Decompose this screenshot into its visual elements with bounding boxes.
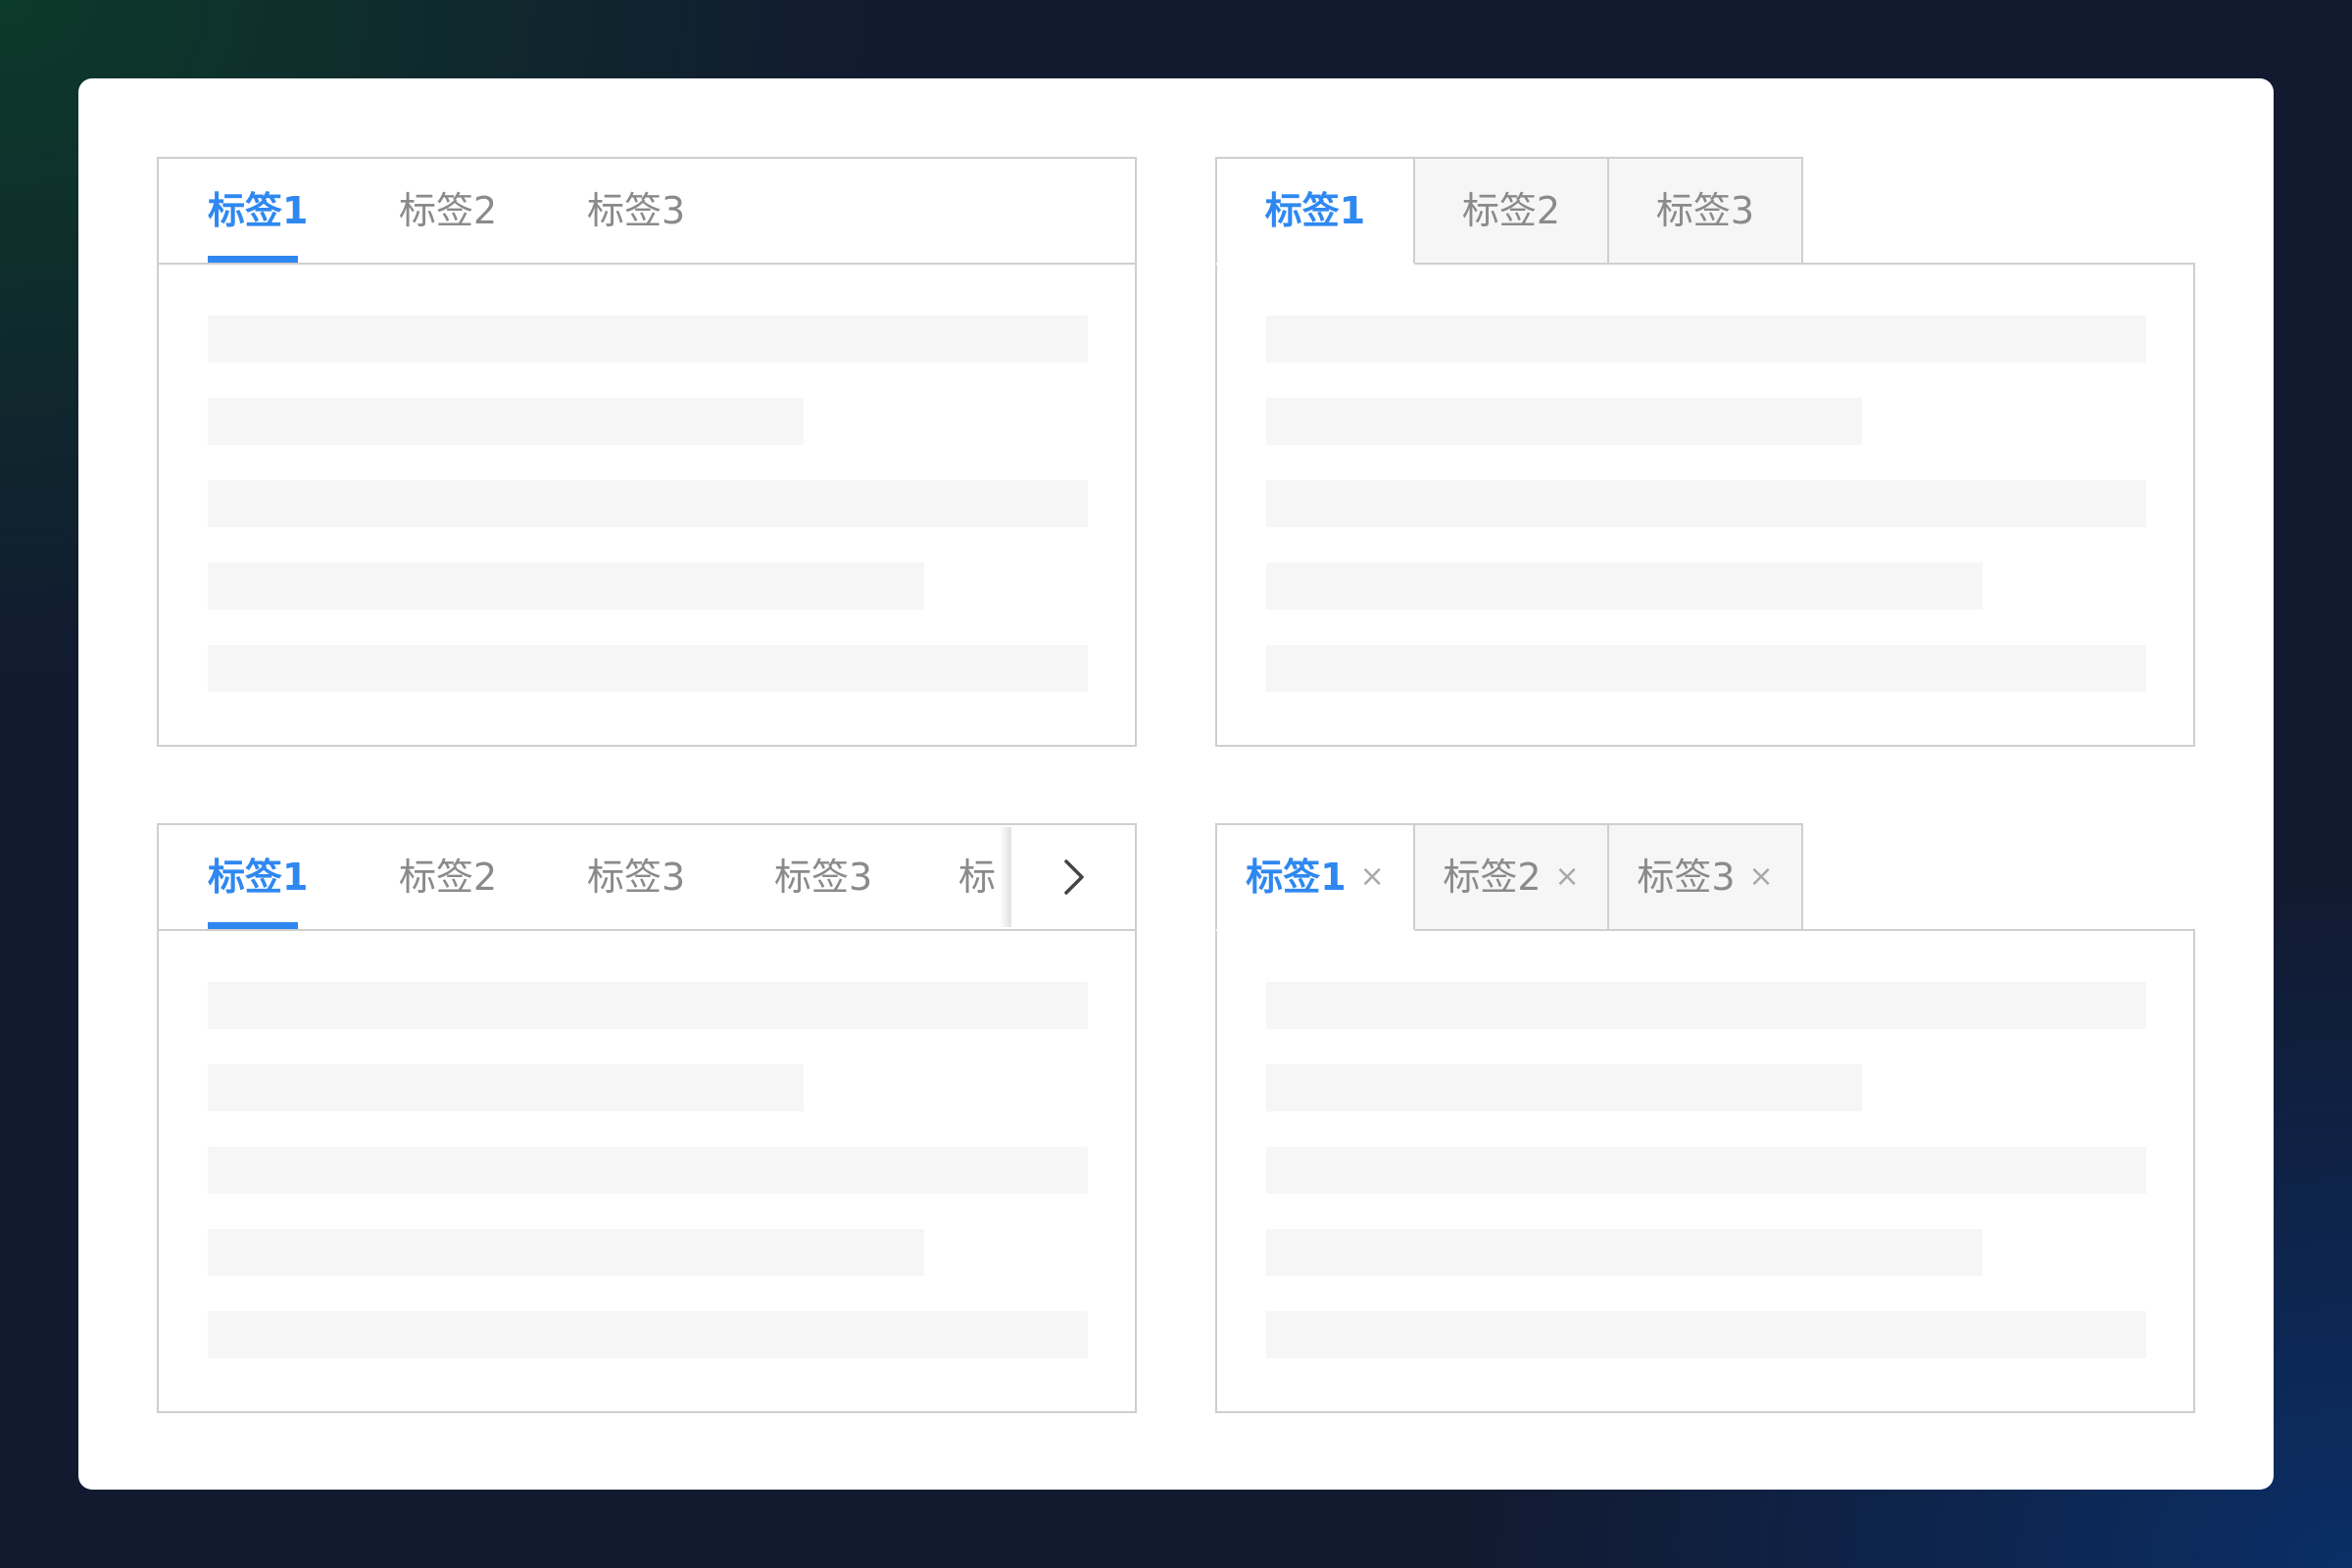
skeleton-line <box>208 480 1088 527</box>
tab-label: 标签3 <box>774 856 873 899</box>
tab-2[interactable]: 标签2 <box>1415 157 1609 265</box>
tab-label: 标签2 <box>1443 856 1542 899</box>
close-icon[interactable]: × <box>1749 862 1774 892</box>
skeleton-line <box>1266 1064 1862 1111</box>
line-tabs-demo: 标签1 标签2 标签3 <box>157 157 1137 747</box>
tab-3[interactable]: 标签3 × <box>1609 823 1803 931</box>
tab-content <box>157 929 1137 1413</box>
skeleton-line <box>1266 398 1862 445</box>
skeleton-line <box>208 563 924 610</box>
skeleton-line <box>1266 316 2146 363</box>
active-tab-indicator <box>208 922 298 929</box>
skeleton-line <box>1266 563 1983 610</box>
tab-1[interactable]: 标签1 × <box>1215 823 1415 931</box>
tab-label: 标签1 <box>1264 189 1366 232</box>
tab-label: 标签3 <box>587 856 686 899</box>
tab-label: 标签1 <box>208 189 309 232</box>
tab-label: 标签2 <box>399 856 498 899</box>
tab-5-partial[interactable]: 标 <box>958 825 1000 929</box>
tab-bar: 标签1 × 标签2 × 标签3 × <box>1215 823 2195 931</box>
tab-content <box>1215 929 2195 1413</box>
card-tabs-demo: 标签1 标签2 标签3 <box>1215 157 2195 747</box>
tab-label: 标签1 <box>208 856 309 899</box>
tab-bar: 标签1 标签2 标签3 <box>1215 157 2195 265</box>
skeleton-line <box>1266 645 2146 692</box>
tab-label: 标签1 <box>1246 856 1347 899</box>
tab-content <box>157 263 1137 747</box>
scroll-next-button[interactable] <box>1011 825 1135 929</box>
tab-label: 标签2 <box>399 189 498 232</box>
tab-3[interactable]: 标签3 <box>587 159 685 263</box>
skeleton-line <box>1266 480 2146 527</box>
close-icon[interactable]: × <box>1555 862 1580 892</box>
skeleton-line <box>208 398 804 445</box>
tab-1[interactable]: 标签1 <box>1215 157 1415 265</box>
skeleton-line <box>208 1229 924 1276</box>
skeleton-line <box>208 1311 1088 1358</box>
skeleton-line <box>208 316 1088 363</box>
skeleton-line <box>1266 1311 2146 1358</box>
tab-2[interactable]: 标签2 <box>399 159 497 263</box>
skeleton-line <box>1266 1147 2146 1194</box>
tab-3[interactable]: 标签3 <box>587 825 685 929</box>
skeleton-line <box>208 1147 1088 1194</box>
tab-content <box>1215 263 2195 747</box>
active-tab-indicator <box>208 256 298 263</box>
skeleton-line <box>208 982 1088 1029</box>
tab-4[interactable]: 标签3 <box>774 825 872 929</box>
scrollable-tabs-demo: 标签1 标签2 标签3 标签3 标 <box>157 823 1137 1413</box>
tab-bar: 标签1 标签2 标签3 标签3 标 <box>157 823 1137 929</box>
tab-2[interactable]: 标签2 × <box>1415 823 1609 931</box>
tab-1[interactable]: 标签1 <box>208 159 308 263</box>
skeleton-line <box>208 1064 804 1111</box>
tab-bar: 标签1 标签2 标签3 <box>157 157 1137 263</box>
tab-2[interactable]: 标签2 <box>399 825 497 929</box>
scroll-shadow <box>1000 827 1011 927</box>
tab-3[interactable]: 标签3 <box>1609 157 1803 265</box>
skeleton-line <box>1266 1229 1983 1276</box>
tab-1[interactable]: 标签1 <box>208 825 308 929</box>
chevron-right-icon <box>1064 859 1084 895</box>
skeleton-line <box>208 645 1088 692</box>
close-icon[interactable]: × <box>1360 862 1385 892</box>
tab-label: 标签2 <box>1461 189 1561 232</box>
skeleton-line <box>1266 982 2146 1029</box>
tab-label: 标签3 <box>1655 189 1755 232</box>
tab-label: 标签3 <box>587 189 686 232</box>
tab-label: 标 <box>958 856 997 899</box>
closable-card-tabs-demo: 标签1 × 标签2 × 标签3 × <box>1215 823 2195 1413</box>
tab-label: 标签3 <box>1637 856 1736 899</box>
